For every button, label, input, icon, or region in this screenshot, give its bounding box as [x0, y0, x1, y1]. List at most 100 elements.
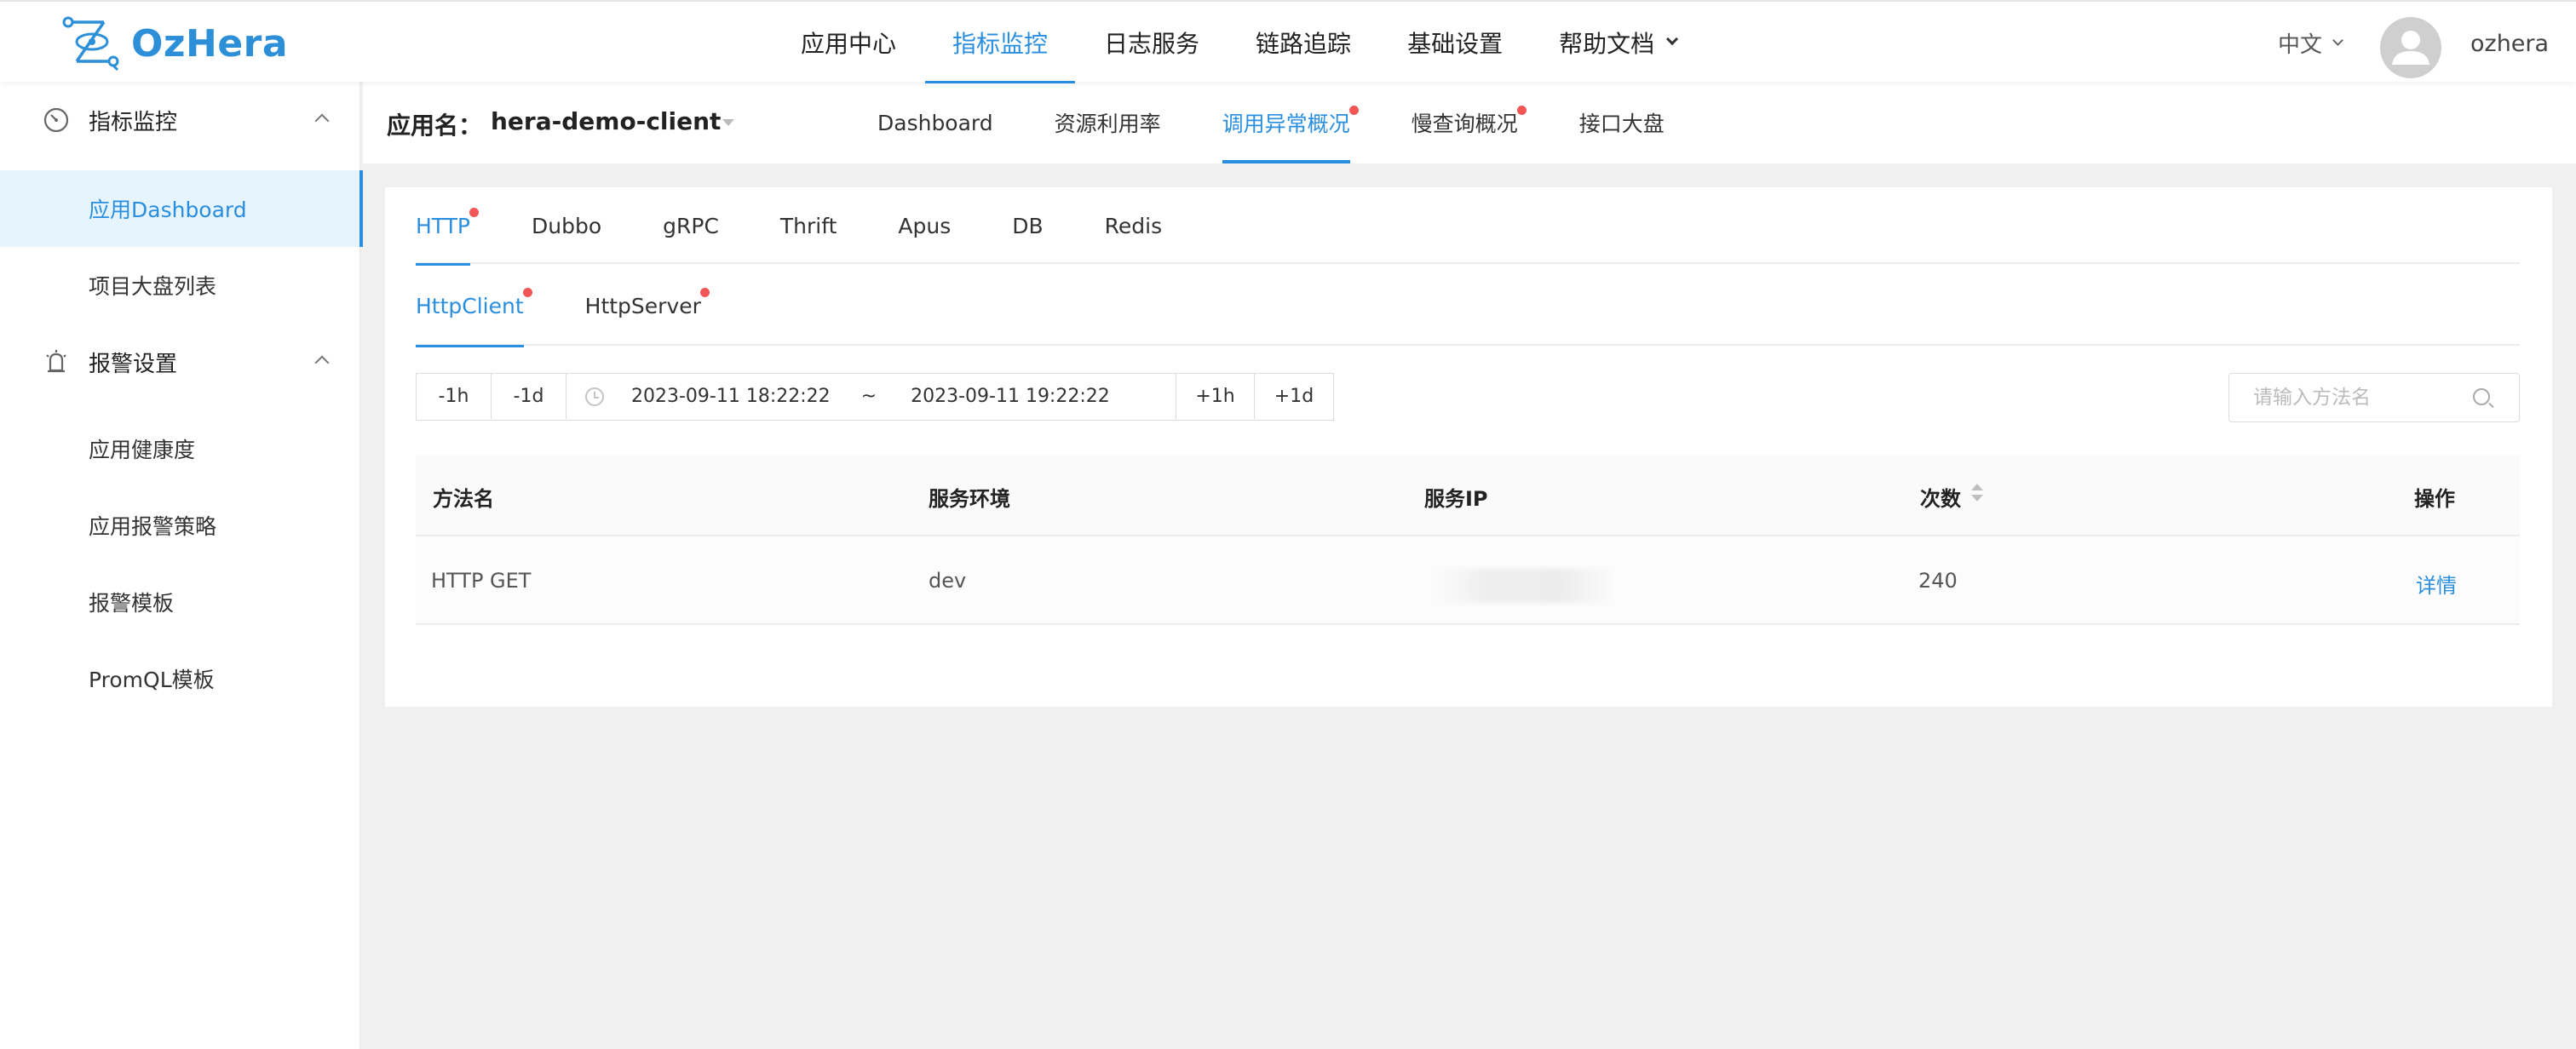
- column-header-count[interactable]: 次数: [1920, 482, 1961, 512]
- brand-name: OzHera: [131, 21, 289, 66]
- nav-label: 基础设置: [1407, 30, 1504, 58]
- notification-dot: [699, 288, 710, 297]
- tab-label: 慢查询概况: [1411, 112, 1518, 136]
- username[interactable]: ozhera: [2470, 31, 2549, 57]
- tab-redis[interactable]: Redis: [1105, 187, 1162, 264]
- tab-label: HttpServer: [584, 293, 701, 318]
- nav-help-docs[interactable]: 帮助文档: [1559, 2, 1679, 83]
- nav-basic-settings[interactable]: 基础设置: [1407, 2, 1503, 83]
- notification-dot: [469, 208, 479, 217]
- language-label: 中文: [2278, 32, 2323, 58]
- language-selector[interactable]: 中文: [2278, 27, 2343, 59]
- sidebar-item-promql-template[interactable]: PromQL模板: [0, 640, 361, 717]
- nav-app-center[interactable]: 应用中心: [801, 2, 896, 83]
- tab-label: DB: [1012, 213, 1044, 238]
- details-link[interactable]: 详情: [2416, 569, 2457, 599]
- gauge-icon: [43, 107, 69, 133]
- column-header-action: 操作: [2414, 487, 2455, 511]
- table-header: 方法名 服务环境 服务IP 次数 操作: [416, 455, 2520, 536]
- sort-icon[interactable]: [1971, 484, 1983, 504]
- tab-thrift[interactable]: Thrift: [780, 187, 837, 264]
- cell-ip-redacted: [1435, 569, 1613, 603]
- app-subheader: 应用名： hera-demo-client Dashboard 资源利用率 调用…: [363, 82, 2576, 163]
- tab-label: gRPC: [663, 213, 719, 238]
- minus-day-button[interactable]: -1d: [492, 374, 566, 419]
- method-table: 方法名 服务环境 服务IP 次数 操作 HTTP GET dev 240 详情: [416, 455, 2520, 625]
- tab-label: Apus: [898, 213, 952, 238]
- tab-http-server[interactable]: HttpServer: [584, 266, 710, 346]
- avatar[interactable]: [2380, 17, 2441, 78]
- plus-day-button[interactable]: +1d: [1255, 374, 1333, 419]
- chevron-down-icon: [2332, 35, 2343, 46]
- tab-resource-usage[interactable]: 资源利用率: [1055, 82, 1161, 163]
- start-time[interactable]: 2023-09-11 18:22:22: [631, 386, 831, 407]
- ozhera-logo[interactable]: OzHera: [61, 15, 288, 72]
- nav-tracing[interactable]: 链路追踪: [1256, 2, 1351, 83]
- plus-hour-button[interactable]: +1h: [1176, 374, 1255, 419]
- sidebar-item-label: 报警模板: [89, 591, 175, 616]
- nav-label: 应用中心: [801, 30, 897, 58]
- chevron-down-icon: [1666, 32, 1679, 46]
- sidebar-item-project-dashboards[interactable]: 项目大盘列表: [0, 247, 361, 324]
- sidebar-group-metrics[interactable]: 指标监控: [0, 82, 361, 158]
- notification-dot: [522, 288, 532, 297]
- tab-label: Dubbo: [531, 213, 602, 238]
- chevron-up-icon: [314, 355, 330, 370]
- clock-icon: [585, 387, 604, 406]
- table-row: HTTP GET dev 240 详情: [416, 536, 2520, 625]
- tab-apus[interactable]: Apus: [898, 187, 951, 264]
- chevron-up-icon: [314, 113, 330, 129]
- date-range-input[interactable]: 2023-09-11 18:22:22 ~ 2023-09-11 19:22:2…: [566, 374, 1176, 419]
- column-header-ip: 服务IP: [1424, 487, 1488, 511]
- caret-down-icon[interactable]: [722, 119, 734, 126]
- sidebar-item-label: 项目大盘列表: [89, 274, 217, 299]
- nav-label: 链路追踪: [1256, 30, 1352, 58]
- nav-label: 指标监控: [952, 30, 1049, 58]
- cell-count: 240: [1918, 569, 1958, 593]
- tab-call-exceptions[interactable]: 调用异常概况: [1222, 82, 1359, 163]
- method-search-input[interactable]: [2253, 387, 2466, 409]
- tab-label: Redis: [1104, 213, 1163, 238]
- alarm-icon: [46, 350, 66, 373]
- tab-slow-queries[interactable]: 慢查询概况: [1411, 82, 1527, 163]
- sidebar-item-app-health[interactable]: 应用健康度: [0, 410, 361, 487]
- tab-label: HTTP: [416, 213, 470, 238]
- minus-hour-button[interactable]: -1h: [417, 374, 492, 419]
- app-name-label: 应用名：: [387, 112, 483, 140]
- notification-dot: [1348, 106, 1359, 115]
- protocol-tabs: HTTP Dubbo gRPC Thrift Apus DB Redis: [416, 187, 2520, 266]
- nav-log-service[interactable]: 日志服务: [1104, 2, 1199, 83]
- app-name-value[interactable]: hera-demo-client: [491, 107, 721, 135]
- tab-http-client[interactable]: HttpClient: [416, 266, 532, 347]
- sidebar-item-label: 应用健康度: [89, 438, 196, 462]
- sidebar-item-app-dashboard[interactable]: 应用Dashboard: [0, 170, 363, 247]
- content-card: HTTP Dubbo gRPC Thrift Apus DB Redis Htt…: [385, 187, 2552, 707]
- top-header: OzHera 应用中心 指标监控 日志服务 链路追踪 基础设置 帮助文档 中文 …: [0, 0, 2576, 83]
- sidebar-item-alarm-strategy[interactable]: 应用报警策略: [0, 487, 361, 564]
- range-separator: ~: [860, 386, 877, 407]
- search-icon[interactable]: [2473, 388, 2490, 405]
- nav-label: 日志服务: [1104, 30, 1200, 58]
- method-search: [2228, 373, 2520, 422]
- sidebar-item-label: 应用Dashboard: [89, 198, 247, 222]
- tab-db[interactable]: DB: [1012, 187, 1043, 264]
- tab-http[interactable]: HTTP: [416, 187, 479, 266]
- notification-dot: [1516, 106, 1527, 115]
- sidebar-group-alarm-settings[interactable]: 报警设置: [0, 324, 361, 400]
- column-header-env: 服务环境: [929, 487, 1010, 511]
- cell-method: HTTP GET: [431, 569, 532, 593]
- nav-metrics-monitor[interactable]: 指标监控: [925, 2, 1076, 83]
- sidebar-item-alarm-template[interactable]: 报警模板: [0, 564, 361, 640]
- tab-label: Dashboard: [877, 110, 993, 135]
- ozhera-logo-icon: [62, 16, 119, 72]
- tab-grpc[interactable]: gRPC: [663, 187, 719, 264]
- sidebar: 指标监控 应用Dashboard 项目大盘列表 报警设置 应用健康度 应用报警策…: [0, 82, 363, 1049]
- tab-label: Thrift: [779, 213, 837, 238]
- end-time[interactable]: 2023-09-11 19:22:22: [911, 386, 1110, 407]
- tab-interface-dashboard[interactable]: 接口大盘: [1579, 82, 1665, 163]
- tab-label: HttpClient: [416, 293, 524, 318]
- sidebar-group-label: 报警设置: [89, 351, 178, 377]
- tab-dubbo[interactable]: Dubbo: [532, 187, 601, 264]
- app-tabs: Dashboard 资源利用率 调用异常概况 慢查询概况 接口大盘: [877, 82, 1726, 163]
- tab-dashboard[interactable]: Dashboard: [877, 82, 993, 163]
